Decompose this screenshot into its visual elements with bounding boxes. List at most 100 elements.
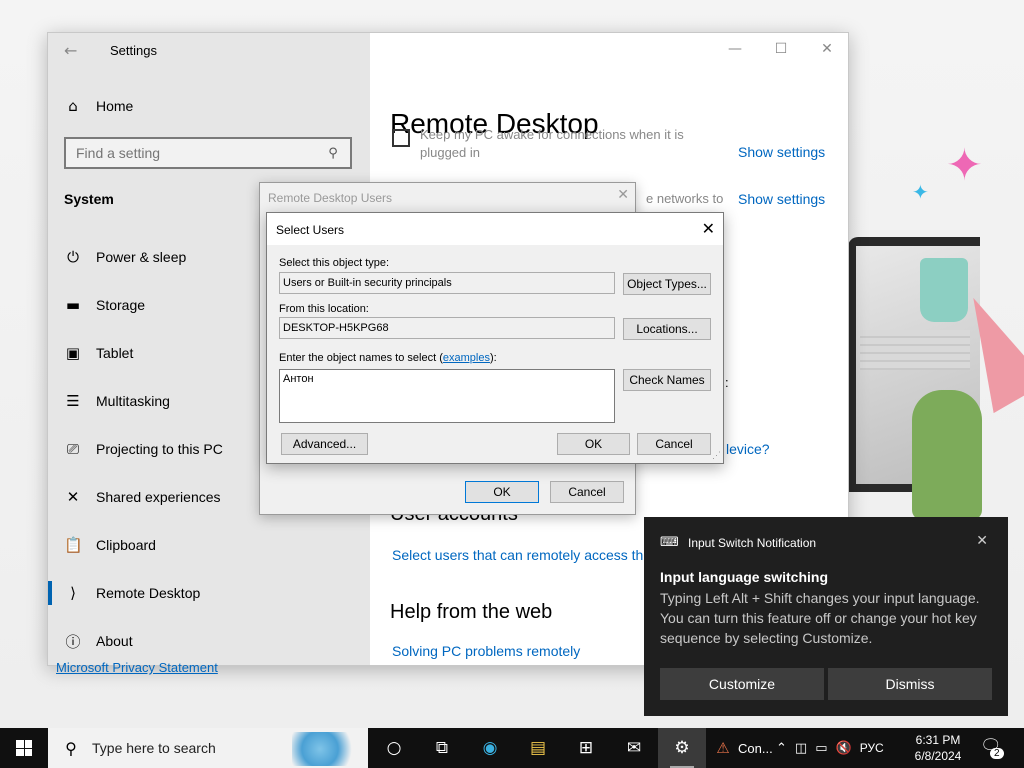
chevron-up-icon[interactable]: ⌃ xyxy=(776,741,787,756)
dismiss-button[interactable]: Dismiss xyxy=(828,668,992,700)
select-users-link[interactable]: Select users that can remotely access th… xyxy=(392,547,653,563)
back-arrow-icon[interactable]: ← xyxy=(64,41,77,60)
solving-pc-problems-link[interactable]: Solving PC problems remotely xyxy=(392,643,580,659)
sidebar-item-clipboard[interactable]: 📋 Clipboard xyxy=(48,521,370,569)
object-names-label-prefix: Enter the object names to select ( xyxy=(279,352,443,364)
start-button[interactable] xyxy=(0,728,48,768)
remote-connection-icon: ⚠ xyxy=(716,739,730,757)
sidebar-item-label: Tablet xyxy=(96,345,134,361)
dialog-title: Select Users xyxy=(276,223,345,237)
ok-button[interactable]: OK xyxy=(557,433,630,455)
resize-grip-icon[interactable]: ⋰ xyxy=(712,450,721,461)
window-title: Settings xyxy=(110,43,157,58)
toast-body: Typing Left Alt + Shift changes your inp… xyxy=(660,590,980,646)
dialog-titlebar: Select Users ✕ xyxy=(267,213,723,245)
nav-home[interactable]: ⌂ Home xyxy=(64,97,133,115)
projecting-icon: ⎚ xyxy=(66,440,79,458)
help-heading: Help from the web xyxy=(390,601,553,623)
examples-link[interactable]: examples xyxy=(443,352,490,364)
customize-button[interactable]: Customize xyxy=(660,668,824,700)
keyboard-icon: ⌨ xyxy=(660,535,679,550)
toast-title: Input language switching xyxy=(660,569,828,585)
multitasking-icon: ☰ xyxy=(66,392,80,410)
close-icon[interactable]: ✕ xyxy=(804,33,848,65)
volume-muted-icon[interactable]: 🔇 xyxy=(836,741,852,756)
settings-gear-icon[interactable]: ⚙ xyxy=(658,728,706,768)
sidebar-item-label: Clipboard xyxy=(96,537,156,553)
location-field: DESKTOP-H5KPG68 xyxy=(279,317,615,339)
network-icon[interactable]: ▭ xyxy=(815,741,827,756)
wallpaper-cactus xyxy=(912,390,982,520)
show-settings-link-2[interactable]: Show settings xyxy=(738,191,825,207)
home-icon: ⌂ xyxy=(68,97,78,115)
maximize-icon[interactable]: ☐ xyxy=(758,33,804,65)
task-view-icon[interactable]: ⧉ xyxy=(418,728,466,768)
camera-icon[interactable]: ◫ xyxy=(795,741,807,756)
locations-button[interactable]: Locations... xyxy=(623,318,711,340)
cancel-button[interactable]: Cancel xyxy=(637,433,711,455)
check-names-button[interactable]: Check Names xyxy=(623,369,711,391)
section-label: System xyxy=(64,191,114,207)
taskbar-search-placeholder: Type here to search xyxy=(92,740,216,756)
sidebar-item-label: Storage xyxy=(96,297,146,313)
cancel-button[interactable]: Cancel xyxy=(550,481,624,503)
windows-logo-icon xyxy=(16,740,32,756)
privacy-statement-link[interactable]: Microsoft Privacy Statement xyxy=(56,660,218,675)
sparkle-icon: ✦ xyxy=(946,140,983,191)
input-switch-toast: ⌨ Input Switch Notification ✕ Input lang… xyxy=(644,517,1008,716)
sidebar-item-label: Power & sleep xyxy=(96,249,187,265)
keep-awake-checkbox[interactable] xyxy=(392,129,410,147)
sidebar-item-remote-desktop[interactable]: ⟩ Remote Desktop xyxy=(48,569,370,617)
system-tray: ⌃ ◫ ▭ 🔇 РУС xyxy=(776,728,884,768)
sidebar-item-about[interactable]: ⓘ About xyxy=(48,617,370,665)
show-settings-link-1[interactable]: Show settings xyxy=(738,144,825,160)
networks-text-fragment: e networks to xyxy=(646,191,724,206)
toast-header: ⌨ Input Switch Notification xyxy=(660,535,816,550)
taskbar-apps: ○ ⧉ ◉ ▤ ⊞ ✉ ⚙ ⚠ Con... xyxy=(370,728,790,768)
search-icon: ⚲ xyxy=(65,738,77,758)
sparkle-small-icon: ✦ xyxy=(912,180,929,204)
toast-app-name: Input Switch Notification xyxy=(688,535,817,550)
find-setting-search[interactable]: ⚲ xyxy=(64,137,352,169)
close-icon[interactable]: ✕ xyxy=(702,219,715,238)
search-highlight-art xyxy=(292,732,362,766)
object-names-input[interactable]: Антон xyxy=(279,369,615,423)
clock-time: 6:31 PM xyxy=(915,733,961,747)
notification-count-badge: 2 xyxy=(990,748,1004,759)
cortana-icon[interactable]: ○ xyxy=(370,728,418,768)
ok-button[interactable]: OK xyxy=(465,481,539,503)
edge-icon[interactable]: ◉ xyxy=(466,728,514,768)
minimize-icon[interactable]: — xyxy=(712,33,758,65)
sidebar-item-label: Shared experiences xyxy=(96,489,221,505)
advanced-button[interactable]: Advanced... xyxy=(281,433,368,455)
object-names-label-suffix: ): xyxy=(489,352,497,364)
colon-text-fragment: : xyxy=(725,375,729,390)
search-input[interactable] xyxy=(74,144,324,162)
object-type-label: Select this object type: xyxy=(279,257,390,269)
object-types-button[interactable]: Object Types... xyxy=(623,273,711,295)
close-icon[interactable]: ✕ xyxy=(617,187,629,203)
power-icon: ⏻ xyxy=(67,248,79,266)
clipboard-icon: 📋 xyxy=(64,536,83,554)
mail-icon[interactable]: ✉ xyxy=(610,728,658,768)
nav-home-label: Home xyxy=(96,98,134,114)
search-icon[interactable]: ⚲ xyxy=(324,146,342,161)
sidebar-item-label: Projecting to this PC xyxy=(96,441,223,457)
store-icon[interactable]: ⊞ xyxy=(562,728,610,768)
object-names-label: Enter the object names to select (exampl… xyxy=(279,352,497,364)
taskbar: ⚲ Type here to search ○ ⧉ ◉ ▤ ⊞ ✉ ⚙ ⚠ Co… xyxy=(0,728,1024,768)
remote-desktop-icon: ⟩ xyxy=(70,584,76,602)
input-language-indicator[interactable]: РУС xyxy=(860,741,884,755)
window-controls: — ☐ ✕ xyxy=(712,33,848,65)
close-icon[interactable]: ✕ xyxy=(976,533,988,549)
dialog-title: Remote Desktop Users xyxy=(268,191,393,205)
clock-date: 6/8/2024 xyxy=(914,749,962,763)
taskbar-clock[interactable]: 6:31 PM 6/8/2024 xyxy=(906,732,970,764)
sidebar-item-label: Multitasking xyxy=(96,393,170,409)
sidebar-item-label: About xyxy=(96,633,133,649)
shared-experiences-icon: ✕ xyxy=(66,488,80,506)
taskbar-search[interactable]: ⚲ Type here to search xyxy=(48,728,368,768)
keep-awake-label: Keep my PC awake for connections when it… xyxy=(420,127,684,160)
device-link-fragment[interactable]: levice? xyxy=(726,441,770,457)
file-explorer-icon[interactable]: ▤ xyxy=(514,728,562,768)
